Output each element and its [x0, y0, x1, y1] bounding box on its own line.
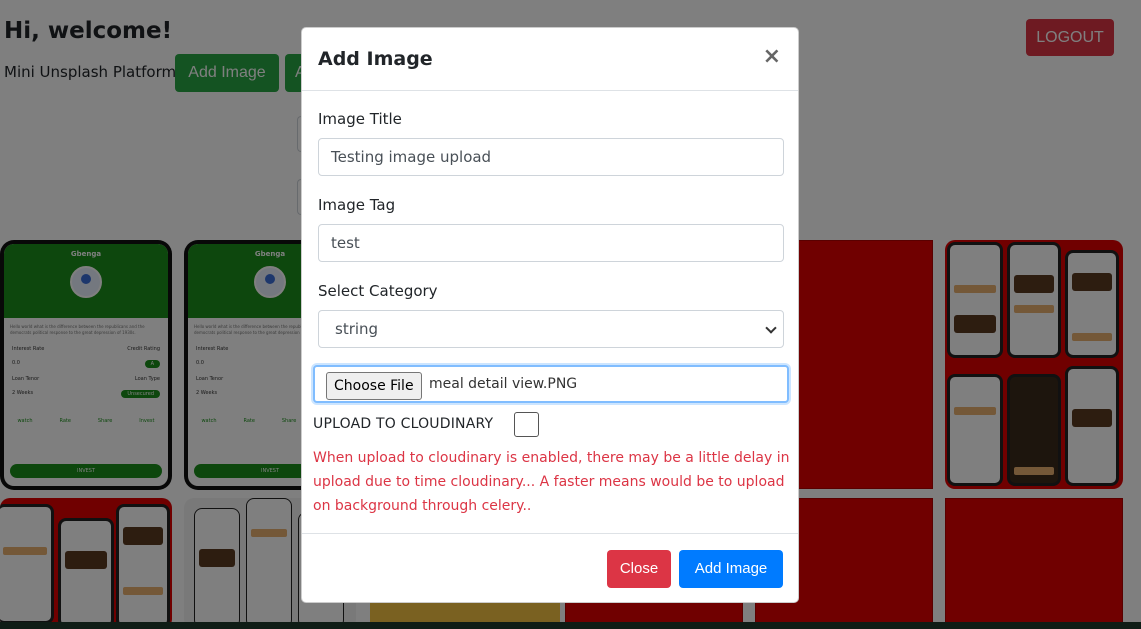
image-tag-label: Image Tag	[318, 196, 396, 214]
add-image-submit-button[interactable]: Add Image	[679, 550, 783, 588]
image-title-label: Image Title	[318, 110, 402, 128]
category-label: Select Category	[318, 282, 438, 300]
image-title-input[interactable]: Testing image upload	[318, 138, 784, 176]
chevron-down-icon	[765, 322, 777, 334]
modal-footer: Close Add Image	[302, 533, 798, 604]
image-tag-input[interactable]: test	[318, 224, 784, 262]
cloudinary-checkbox[interactable]	[514, 412, 539, 437]
cloudinary-label: UPLOAD TO CLOUDINARY	[313, 416, 494, 432]
choose-file-button[interactable]: Choose File	[326, 372, 422, 400]
category-selected-value: string	[335, 320, 379, 338]
selected-file-name: meal detail view.PNG	[429, 376, 578, 392]
modal-title: Add Image	[318, 48, 433, 70]
add-image-modal: Add Image × Image Title Testing image up…	[301, 27, 799, 603]
close-button[interactable]: Close	[607, 550, 671, 588]
close-icon[interactable]: ×	[763, 44, 781, 70]
cloudinary-warning: When upload to cloudinary is enabled, th…	[313, 450, 790, 514]
file-input[interactable]: Choose File meal detail view.PNG	[313, 365, 789, 403]
category-select[interactable]: string	[318, 310, 784, 348]
modal-header: Add Image ×	[302, 28, 798, 91]
